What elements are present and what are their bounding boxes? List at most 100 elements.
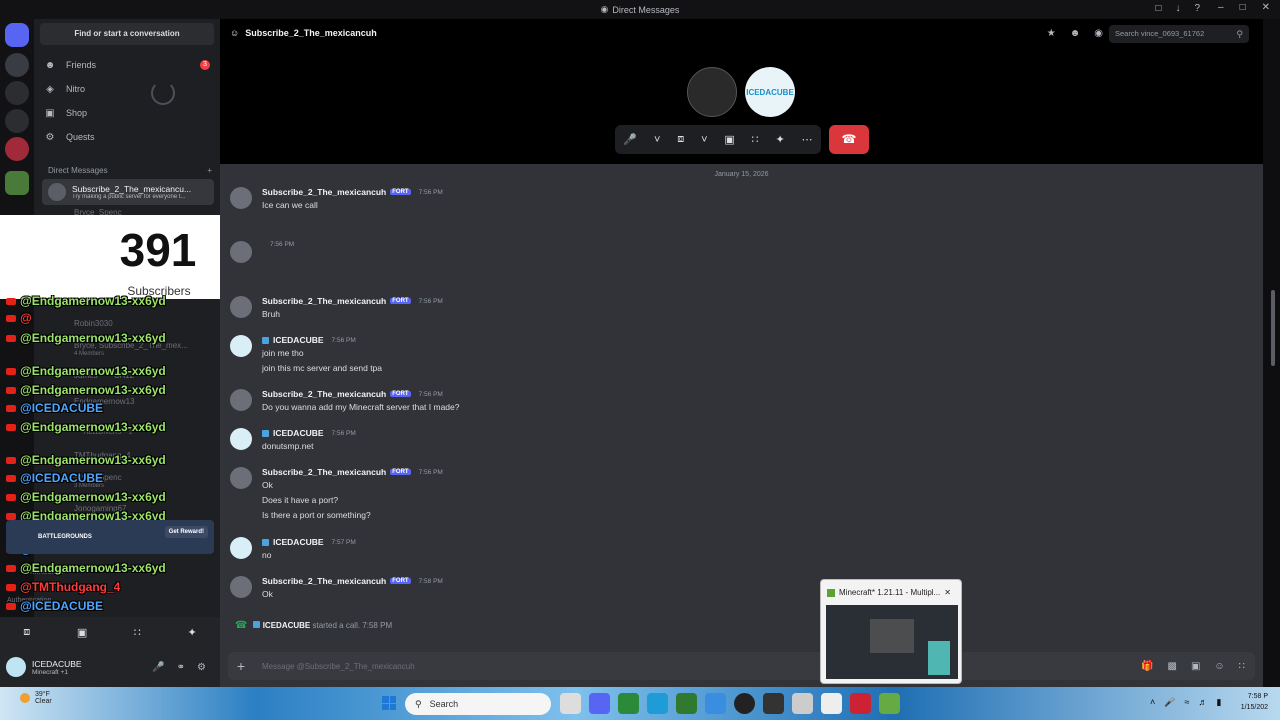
attach-icon[interactable]: + xyxy=(228,658,254,674)
battery-icon[interactable]: ▮ xyxy=(1216,697,1221,708)
headset-icon[interactable]: ⚭ xyxy=(177,662,185,673)
message-author[interactable]: Subscribe_2_The_mexicancuh xyxy=(262,467,386,477)
youtube-icon xyxy=(6,602,16,610)
message-text: donutsmp.net xyxy=(262,441,314,451)
capcut-icon[interactable] xyxy=(763,693,784,714)
microphone-icon[interactable]: 🎤 xyxy=(623,133,637,146)
gift-icon[interactable]: 🎁 xyxy=(1141,661,1153,672)
add-friends-icon[interactable]: ☻ xyxy=(1070,28,1081,39)
weather-widget[interactable]: 39°F Clear xyxy=(20,691,52,705)
dm-item[interactable]: Robin3030 xyxy=(74,319,113,328)
taskbar-search[interactable]: ⚲ Search xyxy=(405,693,551,715)
message-author[interactable]: ICEDACUBE xyxy=(273,335,324,345)
chevron-down-icon[interactable]: ˅ xyxy=(701,134,707,146)
wifi-icon[interactable]: ≈ xyxy=(1184,697,1189,708)
chevron-down-icon[interactable]: ˅ xyxy=(654,134,660,146)
minecraft-icon[interactable] xyxy=(879,693,900,714)
minimize-button[interactable]: – xyxy=(1218,2,1224,13)
dm-item-active[interactable]: Subscribe_2_The_mexicancu... Try making … xyxy=(42,179,214,205)
profile-icon[interactable]: ◉ xyxy=(1094,28,1103,39)
soundboard-icon[interactable]: ✦ xyxy=(187,626,196,639)
app-icon[interactable] xyxy=(618,693,639,714)
add-dm-button[interactable]: + xyxy=(207,166,212,175)
microphone-icon[interactable]: 🎤 xyxy=(1164,697,1175,708)
message-composer[interactable]: + Message @Subscribe_2_The_mexicancuh 🎁 … xyxy=(228,652,1255,680)
avatar[interactable] xyxy=(230,335,252,357)
avatar[interactable] xyxy=(230,576,252,598)
apps-icon[interactable]: ∷ xyxy=(1239,661,1245,672)
avatar[interactable] xyxy=(230,537,252,559)
taskbar-preview-popup[interactable]: Minecraft* 1.21.11 - Multipl... ✕ xyxy=(820,579,962,684)
server-icon[interactable] xyxy=(5,171,29,195)
volume-icon[interactable]: ♬ xyxy=(1198,697,1207,708)
notepad-icon[interactable] xyxy=(821,693,842,714)
promo-banner: BATTLEGROUNDS Get Reward! xyxy=(6,520,214,554)
avatar[interactable] xyxy=(230,428,252,450)
avatar[interactable] xyxy=(230,389,252,411)
discord-home-icon[interactable] xyxy=(5,23,29,47)
avatar[interactable] xyxy=(230,241,252,263)
message-header: ICEDACUBE 7:56 PM xyxy=(262,335,356,345)
edge-icon[interactable] xyxy=(647,693,668,714)
message-input[interactable]: Message @Subscribe_2_The_mexicancuh xyxy=(262,662,415,671)
microphone-icon[interactable]: 🎤 xyxy=(152,662,164,673)
quests-icon: ⚙ xyxy=(45,131,55,143)
find-conversation-button[interactable]: Find or start a conversation xyxy=(40,23,214,45)
file-explorer-icon[interactable] xyxy=(705,693,726,714)
camera-off-icon[interactable]: ⧈ xyxy=(23,626,30,639)
chevron-up-icon[interactable]: ˄ xyxy=(1150,697,1155,708)
download-icon[interactable]: ↓ xyxy=(1175,3,1180,14)
inbox-icon[interactable]: □ xyxy=(1155,3,1161,14)
hang-up-button[interactable]: ☎ xyxy=(829,125,869,154)
scrollbar[interactable] xyxy=(1271,290,1275,366)
activities-icon[interactable]: ∷ xyxy=(752,133,759,146)
discord-icon[interactable] xyxy=(589,693,610,714)
obs-icon[interactable] xyxy=(850,693,871,714)
task-view-icon[interactable] xyxy=(560,693,581,714)
minecraft-launcher-icon[interactable] xyxy=(676,693,697,714)
server-icon[interactable] xyxy=(5,137,29,161)
call-participant-avatar[interactable]: ICEDACUBE xyxy=(745,67,795,117)
message-author[interactable]: Subscribe_2_The_mexicancuh xyxy=(262,389,386,399)
message-author[interactable]: Subscribe_2_The_mexicancuh xyxy=(262,296,386,306)
cube-icon xyxy=(253,621,261,628)
start-button[interactable] xyxy=(382,696,396,710)
server-icon[interactable] xyxy=(5,81,29,105)
clock[interactable]: 7:58 P 1/15/202 xyxy=(1241,691,1268,713)
sticker-icon[interactable]: ▣ xyxy=(1191,661,1200,672)
gif-icon[interactable]: ▩ xyxy=(1168,661,1177,672)
message-author[interactable]: ICEDACUBE xyxy=(273,537,324,547)
avatar[interactable] xyxy=(230,467,252,489)
pin-icon[interactable]: ★ xyxy=(1047,28,1056,39)
avatar[interactable] xyxy=(230,187,252,209)
message-text: join me tho xyxy=(262,348,304,358)
maximize-button[interactable]: □ xyxy=(1240,2,1246,13)
search-input[interactable]: Search vince_0693_61762 ⚲ xyxy=(1109,25,1249,43)
call-participant-avatar[interactable] xyxy=(687,67,737,117)
server-icon[interactable] xyxy=(5,109,29,133)
close-icon[interactable]: ✕ xyxy=(944,588,951,597)
avatar[interactable] xyxy=(230,296,252,318)
more-icon[interactable]: ⋯ xyxy=(802,133,813,146)
activities-icon[interactable]: ∷ xyxy=(134,626,141,639)
emoji-icon[interactable]: ☺ xyxy=(1214,661,1224,672)
server-icon[interactable] xyxy=(5,53,29,77)
soundboard-icon[interactable]: ✦ xyxy=(775,133,784,146)
gear-icon[interactable]: ⚙ xyxy=(197,662,206,673)
app-icon[interactable] xyxy=(792,693,813,714)
nav-nitro[interactable]: ◈ Nitro xyxy=(44,79,214,99)
avatar[interactable] xyxy=(6,657,26,677)
nav-shop[interactable]: ▣ Shop xyxy=(44,103,214,123)
app-icon[interactable] xyxy=(734,693,755,714)
nav-quests[interactable]: ⚙ Quests xyxy=(44,127,214,147)
message-author[interactable]: Subscribe_2_The_mexicancuh xyxy=(262,187,386,197)
camera-off-icon[interactable]: ⧈ xyxy=(677,133,684,146)
close-button[interactable]: ✕ xyxy=(1262,2,1270,13)
screenshare-icon[interactable]: ▣ xyxy=(77,626,87,639)
screenshare-icon[interactable]: ▣ xyxy=(724,133,734,146)
message-author[interactable]: ICEDACUBE xyxy=(273,428,324,438)
nav-friends[interactable]: ☻ Friends 3 xyxy=(44,55,214,75)
help-icon[interactable]: ? xyxy=(1194,3,1200,14)
get-reward-button[interactable]: Get Reward! xyxy=(164,526,208,538)
message-author[interactable]: Subscribe_2_The_mexicancuh xyxy=(262,576,386,586)
